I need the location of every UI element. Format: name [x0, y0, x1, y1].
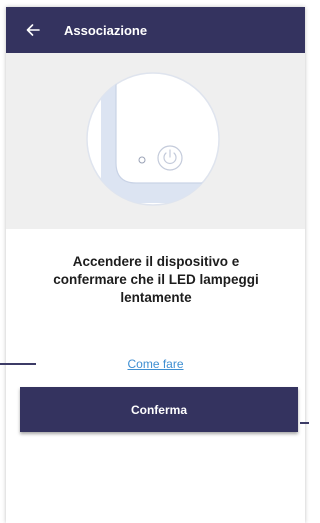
instruction-line: confermare che il LED lampeggi: [53, 272, 259, 287]
instruction-line: Accendere il dispositivo e: [72, 254, 240, 269]
page-title: Associazione: [64, 22, 148, 38]
arrow-left-icon: [26, 24, 40, 36]
annotation-line-right: [300, 422, 309, 424]
device-illustration-panel: [6, 53, 305, 229]
device-illustration: [86, 72, 220, 206]
instruction-text: Accendere il dispositivo e confermare ch…: [36, 253, 276, 307]
annotation-line-left: [0, 363, 36, 365]
confirm-button[interactable]: Conferma: [20, 387, 298, 432]
back-button[interactable]: [14, 7, 52, 53]
instruction-line: lentamente: [120, 290, 192, 305]
how-to-link[interactable]: Come fare: [6, 357, 305, 371]
app-bar: Associazione: [6, 7, 305, 53]
phone-screen: Associazione Accendere il dispositivo e: [6, 7, 305, 523]
